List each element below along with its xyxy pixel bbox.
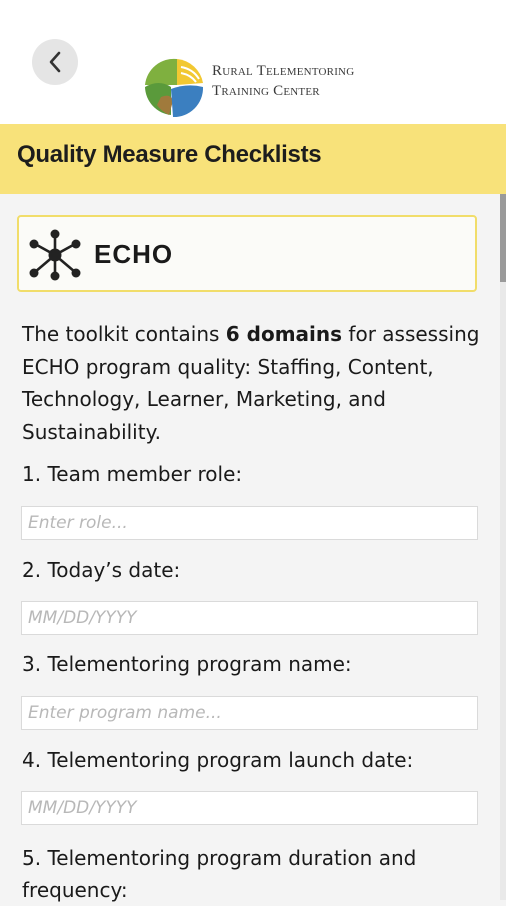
question-3-label: 3. Telementoring program name: [22, 652, 352, 676]
question-4-label: 4. Telementoring program launch date: [22, 748, 414, 772]
question-5-label: 5. Telementoring program duration and fr… [22, 846, 417, 902]
network-hub-icon [29, 229, 81, 281]
echo-card-label: ECHO [94, 239, 174, 269]
intro-block: The toolkit contains 6 domains for asses… [22, 318, 482, 448]
back-button[interactable] [32, 39, 78, 85]
echo-card: ECHO [17, 215, 477, 292]
rural-telementoring-logo: Rural Telementoring Training Center [141, 57, 371, 119]
todays-date-input[interactable] [21, 601, 478, 635]
team-role-input[interactable] [21, 506, 478, 540]
intro-text: The toolkit contains 6 domains for asses… [22, 318, 482, 448]
question-1-label: 1. Team member role: [22, 462, 243, 486]
page-title-bar: Quality Measure Checklists [0, 124, 506, 194]
scrollbar-thumb[interactable] [500, 194, 506, 282]
program-name-input[interactable] [21, 696, 478, 730]
intro-prefix: The toolkit contains [22, 322, 226, 346]
chevron-left-icon [49, 51, 61, 73]
logo-text: Rural Telementoring Training Center [212, 61, 354, 101]
scrollbar-track[interactable] [500, 194, 506, 900]
question-2-label: 2. Today’s date: [22, 558, 181, 582]
intro-emphasis: 6 domains [225, 322, 343, 346]
logo-line-2: Training Center [212, 83, 320, 99]
page-title: Quality Measure Checklists [17, 141, 322, 168]
logo-mark-icon [145, 58, 204, 118]
logo-line-1: Rural Telementoring [212, 63, 355, 79]
app-header: Rural Telementoring Training Center [0, 0, 506, 124]
launch-date-input[interactable] [21, 791, 478, 825]
